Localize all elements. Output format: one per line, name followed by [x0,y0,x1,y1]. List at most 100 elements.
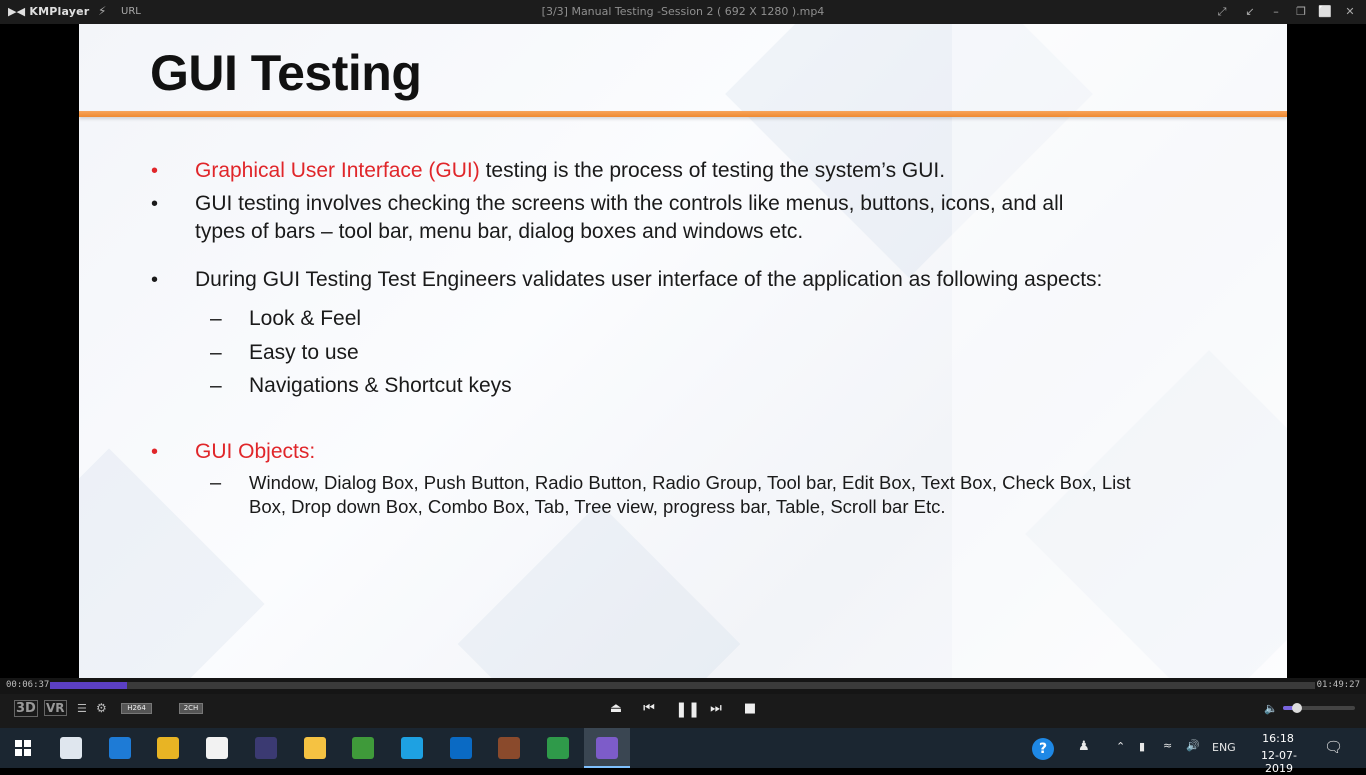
slide-title: GUI Testing [150,45,422,101]
bullet-item: • During GUI Testing Test Engineers vali… [151,266,1103,294]
eclipse-icon [254,737,277,759]
total-time: 01:49:27 [1316,680,1360,690]
bullet-highlight: Graphical User Interface (GUI) [195,159,480,182]
elapsed-time: 00:06:37 [6,680,50,690]
chevron-up-icon[interactable]: ⌃ [1116,740,1125,753]
people-icon[interactable]: ♟ [1078,739,1090,754]
taskbar-app-skype[interactable] [389,728,435,768]
slide-decoration [79,448,265,678]
sub-item: – Navigations & Shortcut keys [210,372,512,400]
language-indicator[interactable]: ENG [1212,741,1236,754]
video-area[interactable]: GUI Testing • Graphical User Interface (… [0,24,1366,678]
taskbar-app-edge[interactable] [97,728,143,768]
klite-icon [352,737,375,759]
bullet-text: GUI testing involves checking the screen… [195,192,1064,215]
windows-taskbar: ? ♟ ⌃ ▮ ≈ 🔊 ENG 16:18 12-07-2019 🗨 [0,728,1366,775]
next-icon[interactable]: ⏭ [708,701,724,717]
codec-badge[interactable]: H264 [121,703,152,714]
bullet-marker: • [151,160,159,182]
taskbar-app-file[interactable] [194,728,240,768]
taskbar-app-kmplayer-k[interactable] [535,728,581,768]
bullet-text: types of bars – tool bar, menu bar, dial… [195,220,804,243]
notifications-icon[interactable]: 🗨 [1324,738,1343,756]
chevron-down-icon[interactable]: ⌄ [76,5,84,15]
file-icon [206,737,229,759]
bullet-marker: • [151,193,159,215]
task-view-icon [60,737,82,759]
visual-studio-icon [595,737,618,759]
mini-mode-icon[interactable]: ↙ [1242,4,1258,20]
taskbar-app-visual-studio[interactable] [583,728,630,768]
pin-icon[interactable]: ⤢ [1214,4,1230,20]
sub-item-text: Box, Drop down Box, Combo Box, Tab, Tree… [249,496,946,517]
file-explorer-icon [303,737,326,759]
skype-icon [400,737,423,759]
taskbar-app-klite[interactable] [340,728,386,768]
3d-button[interactable]: 3D [14,700,38,717]
pause-icon[interactable]: ❚❚ [675,701,700,717]
sub-item-text: Navigations & Shortcut keys [249,374,512,397]
fullscreen-button[interactable]: ⬜ [1317,4,1333,20]
taskbar-app-eclipse[interactable] [243,728,289,768]
battery-icon[interactable]: ▮ [1139,740,1145,753]
window-title: [3/3] Manual Testing -Session 2 ( 692 X … [541,5,825,18]
url-button[interactable]: URL [121,6,141,17]
help-icon[interactable]: ? [1032,738,1054,760]
seek-bar[interactable] [50,682,1315,689]
kmplayer-k-icon [547,737,569,759]
previous-icon[interactable]: ⏮ [641,701,657,717]
clock-time[interactable]: 16:18 [1258,732,1298,745]
playlist-icon[interactable]: ☰ [77,702,87,715]
seek-row: 00:06:37 01:49:27 [0,678,1366,694]
windows-logo-icon [15,740,31,756]
vr-button[interactable]: VR [44,700,67,716]
audio-channels-badge[interactable]: 2CH [179,703,203,714]
volume-knob[interactable] [1291,703,1302,713]
volume-slider[interactable] [1283,703,1355,713]
slide-decoration [457,502,741,678]
bolt-icon[interactable]: ⚡ [98,4,106,18]
edge-icon [108,737,131,759]
eject-icon[interactable]: ⏏ [608,701,624,717]
outlook-icon [449,737,472,759]
dash-marker: – [210,374,222,397]
slide: GUI Testing • Graphical User Interface (… [79,24,1287,678]
speaker-icon[interactable]: 🔊 [1186,739,1200,752]
minimize-button[interactable]: – [1268,4,1284,20]
taskbar-app-mozilla-app[interactable] [486,728,532,768]
player-titlebar: ▶◀ KMPlayer ⌄ ⚡ URL [3/3] Manual Testing… [0,0,1366,24]
seek-progress [50,682,127,689]
settings-gear-icon[interactable]: ⚙ [96,701,107,715]
title-underline [79,111,1287,117]
stop-icon[interactable]: ■ [742,701,758,717]
sub-item: – Window, Dialog Box, Push Button, Radio… [210,471,1189,519]
bullet-text: testing is the process of testing the sy… [479,159,946,182]
clock-date[interactable]: 12-07-2019 [1248,749,1310,775]
volume-icon[interactable]: 🔈 [1264,702,1278,715]
bullet-text: During GUI Testing Test Engineers valida… [195,268,1103,291]
bullet-item: • Graphical User Interface (GUI) testing… [151,157,946,185]
bullet-item: • GUI Objects: [151,438,316,466]
dash-marker: – [210,307,222,330]
taskbar-app-task-view[interactable] [48,728,94,768]
sub-item-text: Window, Dialog Box, Push Button, Radio B… [249,472,1131,493]
taskbar-app-outlook[interactable] [438,728,484,768]
dash-marker: – [210,341,222,364]
bullet-item: • GUI testing involves checking the scre… [151,190,1064,246]
taskbar-app-file-explorer[interactable] [292,728,338,768]
restore-button[interactable]: ❐ [1293,4,1309,20]
chrome-icon [157,737,180,759]
start-button[interactable] [0,728,46,768]
player-controls: 3D VR ☰ ⚙ H264 2CH ⏏ ⏮ ❚❚ ⏭ ■ 🔈 [0,694,1366,728]
close-button[interactable]: ✕ [1342,4,1358,20]
dash-marker: – [210,472,222,494]
mozilla-app-icon [498,737,521,759]
sub-item: – Look & Feel [210,305,361,333]
taskbar-app-chrome[interactable] [145,728,191,768]
slide-decoration [952,24,1287,678]
bullet-marker: • [151,269,159,291]
bullet-highlight: GUI Objects: [195,440,316,463]
sub-item-text: Easy to use [249,341,359,364]
sub-item: – Easy to use [210,339,359,367]
wifi-icon[interactable]: ≈ [1163,739,1172,752]
